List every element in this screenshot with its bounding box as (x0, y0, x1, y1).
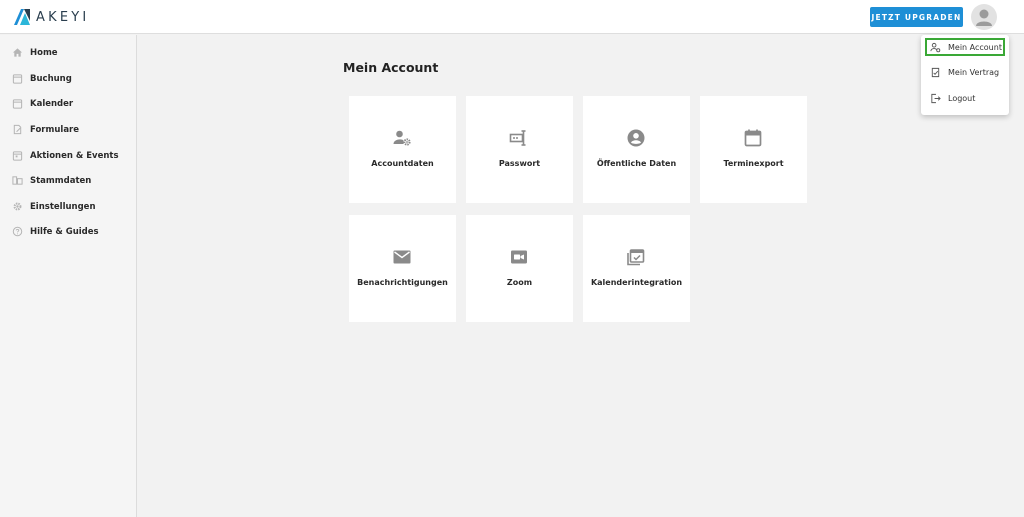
brand-name: AKEYI (36, 9, 90, 25)
card-accountdaten[interactable]: Accountdaten (349, 96, 456, 203)
calendar-icon (12, 74, 23, 84)
form-icon (13, 124, 22, 135)
sidebar-item-home[interactable]: Home (0, 43, 136, 63)
gear-icon (13, 202, 22, 211)
sidebar-item-label: Hilfe & Guides (30, 227, 99, 237)
calendar-icon (12, 99, 23, 109)
mail-icon (393, 250, 411, 264)
sidebar-item-label: Home (30, 48, 58, 58)
brand-logo[interactable]: AKEYI (14, 8, 89, 26)
sidebar: Home Buchung Kalender Formulare Aktionen… (0, 35, 137, 517)
sidebar-item-formulare[interactable]: Formulare (0, 120, 136, 140)
user-settings-icon (393, 130, 411, 146)
akeyi-logo-icon (14, 9, 30, 25)
top-bar: AKEYI JETZT UPGRADEN (0, 0, 1024, 34)
home-icon (12, 48, 23, 57)
sidebar-item-label: Kalender (30, 99, 74, 109)
card-benachrichtigungen[interactable]: Benachrichtigungen (349, 215, 456, 322)
password-icon (509, 130, 526, 146)
sidebar-item-label: Stammdaten (30, 176, 92, 186)
sidebar-item-label: Aktionen & Events (30, 151, 119, 161)
contract-icon (931, 67, 940, 77)
account-dropdown-menu: Mein Account Mein Vertrag Logout (921, 35, 1009, 115)
menu-item-label: Mein Vertrag (948, 67, 1000, 77)
card-terminexport[interactable]: Terminexport (700, 96, 807, 203)
sidebar-item-label: Buchung (30, 74, 72, 84)
account-circle-icon (627, 129, 645, 147)
sidebar-item-stammdaten[interactable]: Stammdaten (0, 171, 136, 191)
user-avatar-icon (976, 9, 992, 26)
calendar-sync-icon (627, 249, 645, 266)
menu-item-mein-account[interactable]: Mein Account (925, 38, 1005, 56)
help-icon (12, 226, 23, 237)
sidebar-item-aktionen-events[interactable]: Aktionen & Events (0, 146, 136, 166)
menu-item-logout[interactable]: Logout (925, 89, 1005, 107)
card-zoom[interactable]: Zoom (466, 215, 573, 322)
database-icon (12, 176, 23, 185)
card-passwort[interactable]: Passwort (466, 96, 573, 203)
card-label: Terminexport (723, 159, 784, 168)
sidebar-item-label: Formulare (30, 125, 80, 135)
video-camera-icon (511, 250, 527, 264)
card-label: Accountdaten (371, 159, 434, 168)
avatar[interactable] (971, 4, 997, 30)
menu-item-label: Mein Account (948, 42, 1002, 52)
card-label: Öffentliche Daten (596, 159, 677, 168)
menu-item-label: Logout (948, 93, 976, 103)
menu-item-mein-vertrag[interactable]: Mein Vertrag (925, 63, 1005, 81)
card-label: Benachrichtigungen (357, 278, 448, 287)
sidebar-item-hilfe-guides[interactable]: Hilfe & Guides (0, 222, 136, 242)
user-settings-icon (930, 42, 941, 52)
calendar-icon (12, 151, 23, 161)
sidebar-item-buchung[interactable]: Buchung (0, 69, 136, 89)
card-oeffentliche-daten[interactable]: Öffentliche Daten (583, 96, 690, 203)
page-title: Mein Account (343, 60, 439, 75)
card-kalenderintegration[interactable]: Kalenderintegration (583, 215, 690, 322)
card-label: Passwort (498, 159, 541, 168)
card-label: Zoom (506, 278, 533, 287)
sidebar-item-kalender[interactable]: Kalender (0, 94, 136, 114)
sidebar-item-label: Einstellungen (30, 202, 96, 212)
upgrade-button[interactable]: JETZT UPGRADEN (870, 7, 963, 27)
card-label: Kalenderintegration (590, 278, 683, 287)
logout-icon (931, 93, 941, 103)
sidebar-item-einstellungen[interactable]: Einstellungen (0, 197, 136, 217)
calendar-icon (744, 129, 762, 147)
